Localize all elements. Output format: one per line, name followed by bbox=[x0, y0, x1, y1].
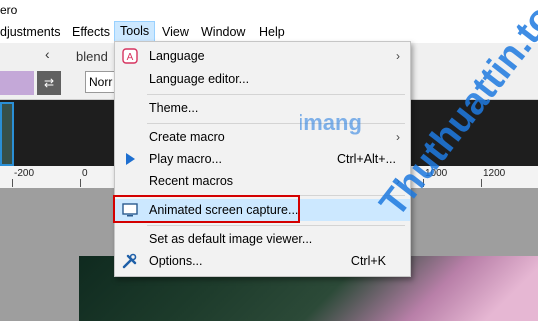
ruler-label: 0 bbox=[82, 168, 88, 179]
svg-text:A: A bbox=[127, 52, 134, 63]
color-swatch[interactable] bbox=[0, 71, 34, 95]
menu-item-language[interactable]: A Language › bbox=[115, 45, 410, 67]
menu-adjustments[interactable]: djustments bbox=[0, 25, 60, 39]
image-thumbnail[interactable] bbox=[0, 102, 14, 166]
window-title: ero bbox=[0, 3, 18, 17]
collapse-left-icon[interactable]: ‹ bbox=[45, 46, 50, 62]
submenu-arrow-icon: › bbox=[396, 174, 400, 188]
menu-separator bbox=[147, 94, 405, 95]
blend-mode-value: Norr bbox=[89, 75, 113, 89]
menu-view[interactable]: View bbox=[162, 25, 189, 39]
menu-window[interactable]: Window bbox=[201, 25, 245, 39]
menu-tools[interactable]: Tools bbox=[113, 21, 156, 42]
submenu-arrow-icon: › bbox=[396, 130, 400, 144]
menu-effects[interactable]: Effects bbox=[72, 25, 110, 39]
highlight-annotation-box bbox=[113, 195, 300, 223]
menu-item-create-macro[interactable]: Create macro › bbox=[115, 126, 410, 148]
menu-separator bbox=[147, 225, 405, 226]
menu-bar: djustments Effects Tools View Window Hel… bbox=[0, 21, 538, 43]
play-icon bbox=[126, 153, 135, 165]
ruler-label: -200 bbox=[14, 168, 35, 179]
menu-item-options[interactable]: Options... Ctrl+K bbox=[115, 250, 410, 272]
shortcut-play-macro: Ctrl+Alt+... bbox=[336, 152, 396, 166]
ruler-label: 1000 bbox=[425, 168, 448, 179]
menu-item-language-editor[interactable]: Language editor... bbox=[115, 68, 410, 90]
tools-menu-dropdown: A Language › Language editor... Theme...… bbox=[114, 41, 411, 277]
swap-colors-button[interactable]: ⇄ bbox=[37, 71, 61, 95]
menu-help[interactable]: Help bbox=[259, 25, 285, 39]
shortcut-options: Ctrl+K bbox=[350, 254, 386, 268]
language-icon: A bbox=[122, 48, 138, 64]
title-bar: ero bbox=[0, 0, 538, 22]
menu-item-theme[interactable]: Theme... bbox=[115, 97, 410, 119]
ruler-label: 1200 bbox=[483, 168, 506, 179]
menu-separator bbox=[147, 123, 405, 124]
tools-icon bbox=[122, 253, 137, 269]
menu-item-play-macro[interactable]: Play macro... Ctrl+Alt+... bbox=[115, 148, 410, 170]
blend-mode-select[interactable]: Norr bbox=[85, 71, 115, 93]
submenu-arrow-icon: › bbox=[396, 49, 400, 63]
menu-item-recent-macros[interactable]: Recent macros › bbox=[115, 170, 410, 192]
menu-item-set-default-viewer[interactable]: Set as default image viewer... bbox=[115, 228, 410, 250]
blend-label: blend bbox=[76, 49, 108, 64]
